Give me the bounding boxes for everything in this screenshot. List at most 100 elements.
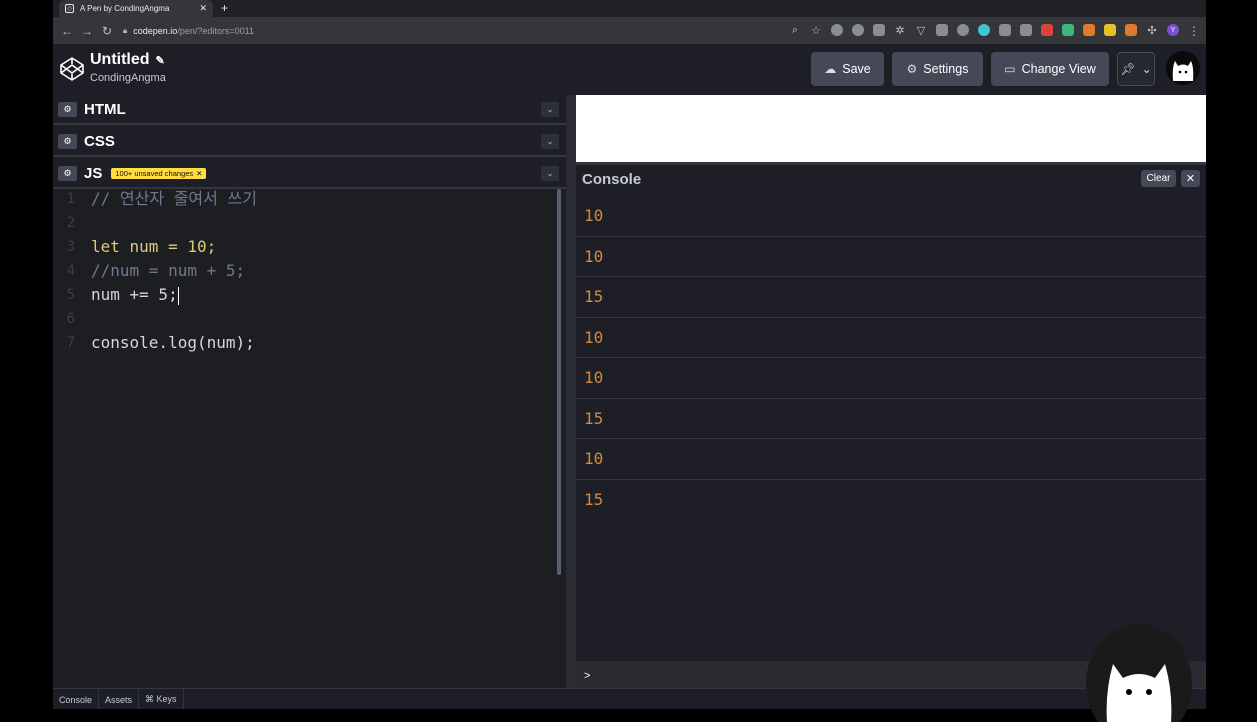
browser-tabstrip: ◇ A Pen by CondingAngma ✕ + (53, 0, 1206, 17)
app-frame: ◇ A Pen by CondingAngma ✕ + ← → ↻ 🔒︎ cod… (53, 0, 1206, 709)
console-output-line: 15 (584, 490, 604, 510)
extension-icon[interactable] (1125, 24, 1137, 36)
codepen-favicon-icon: ◇ (65, 4, 74, 13)
editor-scrollbar[interactable] (557, 189, 561, 575)
extension-icon[interactable] (936, 24, 948, 36)
cat-avatar-icon (1166, 51, 1200, 85)
close-icon[interactable]: ✕ (196, 169, 202, 178)
url-text: codepen.io/pen/?editors=0011 (133, 26, 254, 36)
code-text: let num = 10; (91, 237, 217, 256)
settings-button[interactable]: ⚙ Settings (892, 52, 983, 86)
extension-icon[interactable] (873, 24, 885, 36)
footer-tab-assets[interactable]: Assets (99, 689, 140, 709)
user-avatar[interactable] (1166, 51, 1200, 85)
gear-icon: ⚙ (906, 62, 918, 76)
extensions-bar: ⌕ ☆ ✲ ▽ ✣ Y ⋮ (789, 24, 1200, 39)
lock-icon: 🔒︎ (123, 25, 128, 35)
pen-title[interactable]: Untitled ✎ (90, 51, 165, 69)
pin-icon: 📌︎ (1120, 62, 1136, 76)
extension-icon[interactable] (1083, 24, 1095, 36)
extension-icon[interactable] (957, 24, 969, 36)
codepen-logo-icon[interactable] (59, 56, 85, 82)
chevron-down-icon[interactable]: ⌄ (541, 166, 559, 181)
extension-icon[interactable] (1104, 24, 1116, 36)
code-line: 5 num += 5; (53, 283, 553, 307)
code-text: // 연산자 줄여서 쓰기 (91, 189, 257, 208)
extension-icon[interactable] (978, 24, 990, 36)
code-line: 2 (53, 211, 553, 235)
console-output-line: 10 (576, 196, 1206, 237)
extension-icon[interactable]: ▽ (915, 24, 927, 37)
change-view-label: Change View (1021, 62, 1096, 76)
browser-menu-icon[interactable]: ⋮ (1188, 24, 1200, 38)
back-button[interactable]: ← (57, 24, 77, 38)
console-output-line: 10 (576, 439, 1206, 480)
js-code-editor[interactable]: 1 // 연산자 줄여서 쓰기 2 3 let num = 10; 4 //nu… (53, 187, 566, 688)
footer-tab-console[interactable]: Console (53, 689, 100, 709)
browser-navbar: ← → ↻ 🔒︎ codepen.io/pen/?editors=0011 ⌕ … (53, 17, 1206, 44)
console-panel: Console Clear ✕ 10 10 15 10 10 15 10 15 … (576, 162, 1206, 691)
extension-icon[interactable] (999, 24, 1011, 36)
extension-icon[interactable] (1041, 24, 1053, 36)
extension-icon[interactable]: ✲ (894, 24, 906, 37)
pin-menu-button[interactable]: 📌︎ ⌄ (1117, 52, 1155, 86)
text-caret (177, 286, 179, 305)
chevron-down-icon[interactable]: ⌄ (541, 134, 559, 149)
change-view-button[interactable]: ▭ Change View (991, 52, 1109, 86)
console-output-line: 10 (576, 237, 1206, 277)
url-host: codepen.io (133, 25, 178, 36)
gear-icon[interactable]: ⚙ (58, 101, 77, 117)
profile-avatar[interactable]: Y (1167, 24, 1179, 36)
chevron-down-icon[interactable]: ⌄ (541, 102, 559, 117)
zoom-icon[interactable]: ⌕ (789, 24, 801, 36)
extension-icon[interactable] (1062, 24, 1074, 36)
extension-icon[interactable] (852, 24, 864, 36)
forward-button[interactable]: → (77, 24, 97, 38)
code-text: console.log(num); (91, 333, 255, 352)
console-prompt: > (584, 670, 591, 682)
pane-resizer[interactable] (566, 95, 576, 688)
extension-icon[interactable] (831, 24, 843, 36)
layout-icon: ▭ (1004, 62, 1016, 76)
chevron-down-icon: ⌄ (1141, 62, 1152, 76)
console-output-line: 15 (576, 277, 1206, 318)
console-output-line: 15 (576, 399, 1206, 439)
browser-tab-title: A Pen by CondingAngma (80, 4, 170, 13)
console-output-line: 10 (576, 318, 1206, 358)
new-tab-button[interactable]: + (221, 1, 228, 15)
line-number: 6 (66, 311, 75, 327)
codepen-header: Untitled ✎ CondingAngma ☁ Save ⚙ Setting… (53, 44, 1206, 95)
clear-console-button[interactable]: Clear (1141, 170, 1176, 187)
save-label: Save (842, 62, 871, 76)
css-editor-header[interactable]: ⚙ CSS ⌄ (53, 127, 566, 157)
code-line: 1 // 연산자 줄여서 쓰기 (53, 187, 553, 211)
code-text: num += 5; (91, 283, 179, 307)
gear-icon[interactable]: ⚙ (58, 165, 77, 181)
code-line: 3 let num = 10; (53, 235, 553, 259)
tab-close-icon[interactable]: ✕ (199, 3, 207, 14)
save-button[interactable]: ☁ Save (811, 52, 884, 86)
line-number: 2 (66, 215, 75, 231)
code-text-content: num += 5; (91, 285, 178, 304)
browser-tab[interactable]: ◇ A Pen by CondingAngma ✕ (59, 0, 213, 17)
js-editor-header[interactable]: ⚙ JS 100+ unsaved changes ✕ ⌄ (53, 159, 566, 189)
pen-author[interactable]: CondingAngma (90, 72, 166, 84)
code-line: 7 console.log(num); (53, 331, 553, 355)
pencil-edit-icon[interactable]: ✎ (156, 54, 165, 67)
unsaved-changes-badge[interactable]: 100+ unsaved changes ✕ (111, 167, 207, 179)
puzzle-extensions-icon[interactable]: ✣ (1146, 24, 1158, 37)
reload-button[interactable]: ↻ (97, 24, 117, 38)
extension-icon[interactable] (1020, 24, 1032, 36)
preview-iframe[interactable] (576, 95, 1206, 162)
gear-icon[interactable]: ⚙ (58, 133, 77, 149)
bookmark-star-icon[interactable]: ☆ (810, 24, 822, 37)
address-bar[interactable]: 🔒︎ codepen.io/pen/?editors=0011 (123, 21, 803, 40)
close-console-button[interactable]: ✕ (1181, 170, 1200, 187)
html-editor-label: HTML (84, 100, 126, 118)
html-editor-header[interactable]: ⚙ HTML ⌄ (53, 95, 566, 125)
footer-bar: Console Assets ⌘ Keys (53, 688, 1206, 709)
line-number: 4 (66, 263, 75, 279)
css-editor-label: CSS (84, 132, 115, 150)
footer-tab-keys[interactable]: ⌘ Keys (139, 689, 184, 709)
cloud-icon: ☁ (824, 62, 837, 76)
